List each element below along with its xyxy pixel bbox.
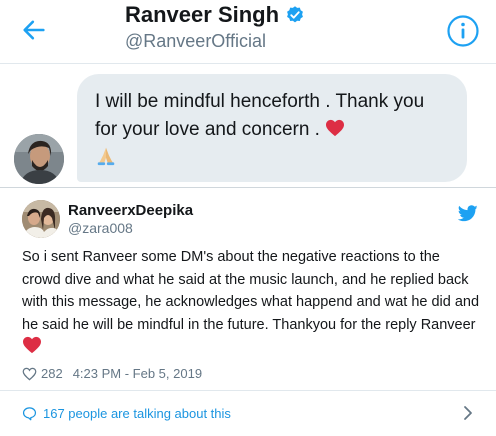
tweet-author-name[interactable]: RanveerxDeepika (68, 202, 193, 219)
verified-badge-icon (287, 6, 303, 23)
back-arrow-icon[interactable] (20, 16, 48, 44)
embedded-tweet[interactable]: RanveerxDeepika @zara008 So i sent Ranve… (0, 187, 496, 436)
red-heart-emoji (326, 119, 345, 137)
dm-conversation: I will be mindful henceforth . Thank you… (0, 64, 496, 188)
conversation-link[interactable]: 167 people are talking about this (22, 406, 482, 421)
like-heart-icon[interactable] (22, 367, 37, 381)
tweet-timestamp[interactable]: 4:23 PM - Feb 5, 2019 (73, 366, 202, 381)
reply-bubble-icon (22, 407, 37, 421)
twitter-bird-icon[interactable] (458, 205, 478, 222)
tweet-body: So i sent Ranveer some DM's about the ne… (22, 249, 480, 333)
talking-count-text[interactable]: 167 people are talking about this (43, 406, 231, 421)
like-count[interactable]: 282 (41, 366, 63, 381)
avatar-photo (22, 200, 60, 238)
message-text: I will be mindful henceforth . Thank you… (95, 91, 425, 140)
avatar[interactable] (14, 134, 64, 184)
tweet-author-avatar[interactable] (22, 200, 60, 238)
red-heart-emoji (23, 337, 41, 354)
info-icon[interactable] (446, 14, 480, 48)
tweet-text: So i sent Ranveer some DM's about the ne… (22, 246, 482, 360)
conversation-title: Ranveer Singh (125, 2, 305, 28)
message-bubble: I will be mindful henceforth . Thank you… (77, 74, 467, 182)
contact-handle: @RanveerOfficial (125, 31, 266, 51)
dm-header: Ranveer Singh @RanveerOfficial (0, 0, 496, 64)
folded-hands-emoji (97, 147, 115, 166)
tweet-meta: 282 4:23 PM - Feb 5, 2019 (22, 366, 202, 381)
avatar-photo (14, 134, 64, 184)
chevron-right-icon[interactable] (462, 405, 474, 421)
divider (0, 390, 496, 391)
tweet-author-handle[interactable]: @zara008 (68, 220, 133, 236)
contact-name: Ranveer Singh (125, 2, 280, 27)
